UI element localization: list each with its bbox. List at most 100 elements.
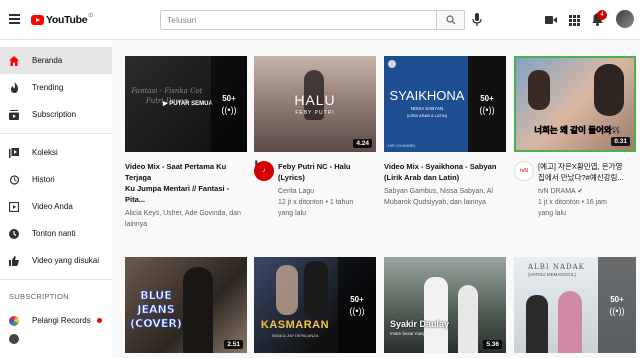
play-all-label: ▶ PUTAR SEMUA <box>163 101 213 107</box>
create-video-icon[interactable] <box>545 13 557 31</box>
thumbnail-figure <box>183 267 213 353</box>
mix-count: 50+ <box>222 93 236 103</box>
video-grid: Fantasi - Fisnka Cot Putri Dayan ▶ PUTAR… <box>112 40 640 358</box>
video-thumbnail[interactable]: Syakir Daulay Imam besar masjid 5.36 <box>384 257 506 353</box>
video-info: Video Mix - Saat Pertama Ku Terjaga Ku J… <box>125 161 247 230</box>
apps-icon[interactable] <box>569 13 580 31</box>
sidebar-item-subscription[interactable]: Subscription <box>0 101 112 128</box>
sidebar-item-pelangi-records[interactable]: Pelangi Records <box>0 307 112 334</box>
video-title[interactable]: Video Mix - Saat Pertama Ku Terjaga <box>125 161 247 183</box>
mix-radio-icon: ((•)) <box>349 305 365 316</box>
video-title-cont[interactable]: (Lirik Arab dan Latin) <box>384 172 496 183</box>
sidebar: Beranda Trending Subscription Koleksi Hi… <box>0 40 112 358</box>
microphone-icon[interactable] <box>472 13 482 31</box>
video-thumbnail[interactable]: BLUE JEANS (COVER) 2.51 <box>125 257 247 353</box>
top-bar: YouTube ID Telusuri 4 <box>0 0 640 40</box>
thumbnail-title: HALU <box>294 92 336 108</box>
video-duration: 5.36 <box>483 340 502 349</box>
thumbnail-subtitle-2: (LIRIK ARAB & LATIN) <box>406 113 448 118</box>
subscriptions-icon <box>9 109 19 120</box>
search-icon <box>445 15 455 25</box>
video-duration: 2.51 <box>224 340 243 349</box>
sidebar-item-tonton-nanti[interactable]: Tonton nanti <box>0 220 112 247</box>
sidebar-item-video-disukai[interactable]: Video yang disukai <box>0 247 112 274</box>
channel-avatar <box>9 315 19 326</box>
video-title[interactable]: [예고] 자은X황민엽, 은가영 <box>538 161 624 172</box>
thumbnail-figure <box>458 285 478 353</box>
video-card[interactable]: HALU FEBY PUTRI 4.24 ♪ Feby Putri NC - H… <box>254 56 376 219</box>
mix-count: 50+ <box>350 294 364 304</box>
sidebar-item-label: Subscription <box>32 110 77 119</box>
video-duration: 4.24 <box>353 139 372 148</box>
thumbnail-title: Syakir Daulay <box>390 319 450 329</box>
video-info: [예고] 자은X황민엽, 은가영 집에서 만났다?#예신강림... tvN DR… <box>538 161 624 219</box>
account-avatar[interactable] <box>616 10 634 28</box>
video-title[interactable]: Video Mix - Syaikhona - Sabyan <box>384 161 496 172</box>
video-card[interactable]: 너희는 왜 같이 들어와?! 0.31 tvN [예고] 자은X황민엽, 은가영… <box>514 56 636 219</box>
video-card[interactable]: SYAIKHONA NISSA SABYAN (LIRIK ARAB & LAT… <box>384 56 506 208</box>
sidebar-item-label: Beranda <box>32 56 63 65</box>
channel-name[interactable]: Cerita Lagu <box>278 186 376 197</box>
mix-panel: 50+ ((•)) <box>598 257 636 353</box>
channel-avatar <box>9 334 19 344</box>
thumbnail-caption: 너희는 왜 같이 들어와?! <box>534 125 620 136</box>
video-title[interactable]: Feby Putri NC - Halu (Lyrics) <box>278 161 376 183</box>
video-thumbnail[interactable]: 너희는 왜 같이 들어와?! 0.31 <box>514 56 636 152</box>
history-icon <box>9 174 19 185</box>
video-thumbnail[interactable]: SYAIKHONA NISSA SABYAN (LIRIK ARAB & LAT… <box>384 56 506 152</box>
video-thumbnail[interactable]: HALU FEBY PUTRI 4.24 <box>254 56 376 152</box>
sidebar-divider <box>0 279 112 280</box>
live-indicator-icon <box>97 318 102 323</box>
channel-watermark-icon <box>388 60 396 68</box>
sidebar-item-label: Tonton nanti <box>32 229 76 238</box>
sidebar-item-beranda[interactable]: Beranda <box>0 47 112 74</box>
thumbnail-figure <box>276 265 298 315</box>
thumbnail-figure <box>424 277 448 353</box>
thumbnail-subtitle: (HATIKU MEMANGGIL) <box>528 272 576 277</box>
subscription-section-title: SUBSCRIPTION <box>9 292 69 301</box>
youtube-play-icon <box>31 15 44 25</box>
flame-icon <box>9 82 19 93</box>
your-videos-icon <box>9 201 19 212</box>
sidebar-item-trending[interactable]: Trending <box>0 74 112 101</box>
channel-name[interactable]: tvN DRAMA ✔ <box>538 186 624 197</box>
video-thumbnail[interactable]: KASMARAN INDIA & JAY DEFALANZA 50+ ((•)) <box>254 257 376 353</box>
video-card[interactable]: ALBI NADAK (HATIKU MEMANGGIL) 50+ ((•)) <box>514 257 636 353</box>
video-info: Video Mix - Syaikhona - Sabyan (Lirik Ar… <box>384 161 496 208</box>
sidebar-item-label: Trending <box>32 83 64 92</box>
video-card[interactable]: BLUE JEANS (COVER) 2.51 <box>125 257 247 353</box>
thumbnail-subtitle: FEBY PUTRI <box>295 110 335 116</box>
video-title-cont[interactable]: 집에서 만났다?#예신강림... <box>538 172 624 183</box>
sidebar-item-histori[interactable]: Histori <box>0 166 112 193</box>
menu-icon[interactable] <box>9 14 20 24</box>
search-input[interactable]: Telusuri <box>160 10 437 30</box>
notification-badge: 4 <box>597 10 607 20</box>
thumbnail-figure <box>304 261 328 317</box>
thumbs-up-icon <box>9 255 19 266</box>
channel-avatar[interactable]: tvN <box>514 161 534 181</box>
sidebar-item-koleksi[interactable]: Koleksi <box>0 139 112 166</box>
youtube-logo[interactable]: YouTube ID <box>31 13 93 27</box>
video-info: Feby Putri NC - Halu (Lyrics) Cerita Lag… <box>278 161 376 219</box>
sidebar-item-label: Video yang disukai <box>32 256 100 265</box>
video-card[interactable]: KASMARAN INDIA & JAY DEFALANZA 50+ ((•)) <box>254 257 376 353</box>
channel-avatar[interactable]: ♪ <box>254 161 274 181</box>
search-button[interactable] <box>437 10 465 30</box>
sidebar-item-label: Pelangi Records <box>32 316 91 325</box>
mix-count: 50+ <box>480 93 494 103</box>
sidebar-item-next[interactable] <box>0 334 112 344</box>
video-channels: Sabyan Gambus, Nissa Sabyan, Al <box>384 188 493 195</box>
video-thumbnail[interactable]: Fantasi - Fisnka Cot Putri Dayan ▶ PUTAR… <box>125 56 247 152</box>
thumbnail-subtitle: INDIA & JAY DEFALANZA <box>271 333 319 338</box>
verified-icon: ✔ <box>577 188 584 195</box>
sidebar-item-label: Koleksi <box>32 148 58 157</box>
video-thumbnail[interactable]: ALBI NADAK (HATIKU MEMANGGIL) 50+ ((•)) <box>514 257 636 353</box>
video-card[interactable]: Syakir Daulay Imam besar masjid 5.36 <box>384 257 506 353</box>
logo-text: YouTube <box>46 14 88 26</box>
thumbnail-subtitle: Imam besar masjid <box>390 331 429 336</box>
video-card[interactable]: Fantasi - Fisnka Cot Putri Dayan ▶ PUTAR… <box>125 56 261 230</box>
video-title-cont[interactable]: Ku Jumpa Mentari // Fantasi - Pita... <box>125 183 247 205</box>
sidebar-item-video-anda[interactable]: Video Anda <box>0 193 112 220</box>
thumbnail-figure <box>558 291 582 353</box>
logo-region: ID <box>88 13 94 19</box>
